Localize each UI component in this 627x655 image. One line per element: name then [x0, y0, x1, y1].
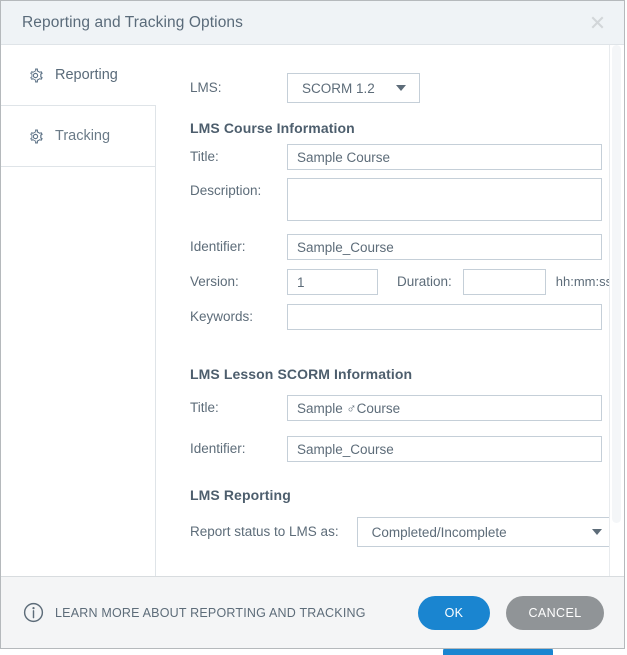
scorm-title-label: Title:: [190, 400, 219, 415]
report-status-value: Completed/Incomplete: [371, 524, 507, 540]
lms-select[interactable]: SCORM 1.2: [287, 73, 420, 103]
dialog-footer: LEARN MORE ABOUT REPORTING AND TRACKING …: [1, 576, 624, 648]
dialog-body: Reporting Tracking LMS: SCORM 1.2 LMS Co…: [1, 45, 624, 576]
course-identifier-row: Identifier:: [190, 234, 602, 260]
reporting-and-tracking-dialog: Reporting and Tracking Options Reporting: [0, 0, 625, 649]
course-identifier-label: Identifier:: [190, 239, 246, 254]
course-description-label: Description:: [190, 183, 262, 198]
sidebar-filler: [1, 167, 156, 576]
lms-select-value: SCORM 1.2: [302, 80, 375, 96]
learn-more-link[interactable]: LEARN MORE ABOUT REPORTING AND TRACKING: [23, 602, 366, 623]
report-status-row: Report status to LMS as: Completed/Incom…: [190, 517, 616, 547]
course-description-input[interactable]: [287, 178, 602, 221]
sidebar: Reporting Tracking: [1, 45, 156, 576]
course-title-input[interactable]: [287, 144, 602, 170]
course-keywords-input[interactable]: [287, 304, 602, 330]
scorm-title-input[interactable]: [287, 395, 602, 421]
course-title-label: Title:: [190, 149, 219, 164]
course-duration-input[interactable]: [462, 269, 546, 295]
scorm-identifier-input[interactable]: [287, 436, 602, 462]
chevron-down-icon: [396, 85, 406, 91]
sidebar-item-label-tracking: Tracking: [55, 128, 111, 144]
dialog-titlebar: Reporting and Tracking Options: [1, 1, 624, 45]
sidebar-item-label-reporting: Reporting: [55, 67, 118, 83]
settings-panel: LMS: SCORM 1.2 LMS Course Information Ti…: [156, 45, 624, 576]
course-duration-label: Duration:: [397, 274, 452, 289]
gear-icon: [30, 129, 43, 143]
course-description-row: Description:: [190, 178, 602, 221]
course-identifier-input[interactable]: [287, 234, 602, 260]
report-status-select[interactable]: Completed/Incomplete: [356, 517, 616, 547]
scorm-info-heading: LMS Lesson SCORM Information: [190, 366, 413, 382]
chevron-down-icon: [591, 529, 602, 535]
sidebar-item-tracking[interactable]: Tracking: [1, 106, 156, 167]
course-keywords-label: Keywords:: [190, 309, 254, 324]
duration-format-hint: hh:mm:ss: [555, 274, 613, 289]
report-status-label: Report status to LMS as:: [190, 524, 339, 539]
sidebar-item-reporting[interactable]: Reporting: [1, 45, 156, 106]
course-version-label: Version:: [190, 274, 239, 289]
close-glyph: [591, 16, 603, 29]
gear-icon: [30, 68, 43, 82]
lms-reporting-heading: LMS Reporting: [190, 487, 291, 503]
scorm-identifier-row: Identifier:: [190, 436, 602, 462]
lms-row: LMS: SCORM 1.2: [190, 73, 420, 103]
course-version-input[interactable]: [287, 269, 378, 295]
cancel-button[interactable]: CANCEL: [506, 595, 604, 630]
course-version-duration-row: Version: Duration: hh:mm:ss: [190, 269, 612, 295]
course-title-row: Title:: [190, 144, 602, 170]
dialog-title: Reporting and Tracking Options: [22, 13, 243, 31]
course-info-heading: LMS Course Information: [190, 120, 355, 136]
ok-button[interactable]: OK: [418, 595, 490, 630]
course-keywords-row: Keywords:: [190, 304, 602, 330]
scorm-title-row: Title:: [190, 395, 602, 421]
info-icon: [23, 602, 44, 623]
lms-label: LMS:: [190, 80, 222, 95]
vertical-scrollbar[interactable]: [609, 45, 624, 576]
scorm-identifier-label: Identifier:: [190, 441, 246, 456]
learn-more-label: LEARN MORE ABOUT REPORTING AND TRACKING: [55, 605, 366, 620]
scrollbar-thumb[interactable]: [612, 45, 621, 523]
close-icon[interactable]: [584, 10, 610, 36]
